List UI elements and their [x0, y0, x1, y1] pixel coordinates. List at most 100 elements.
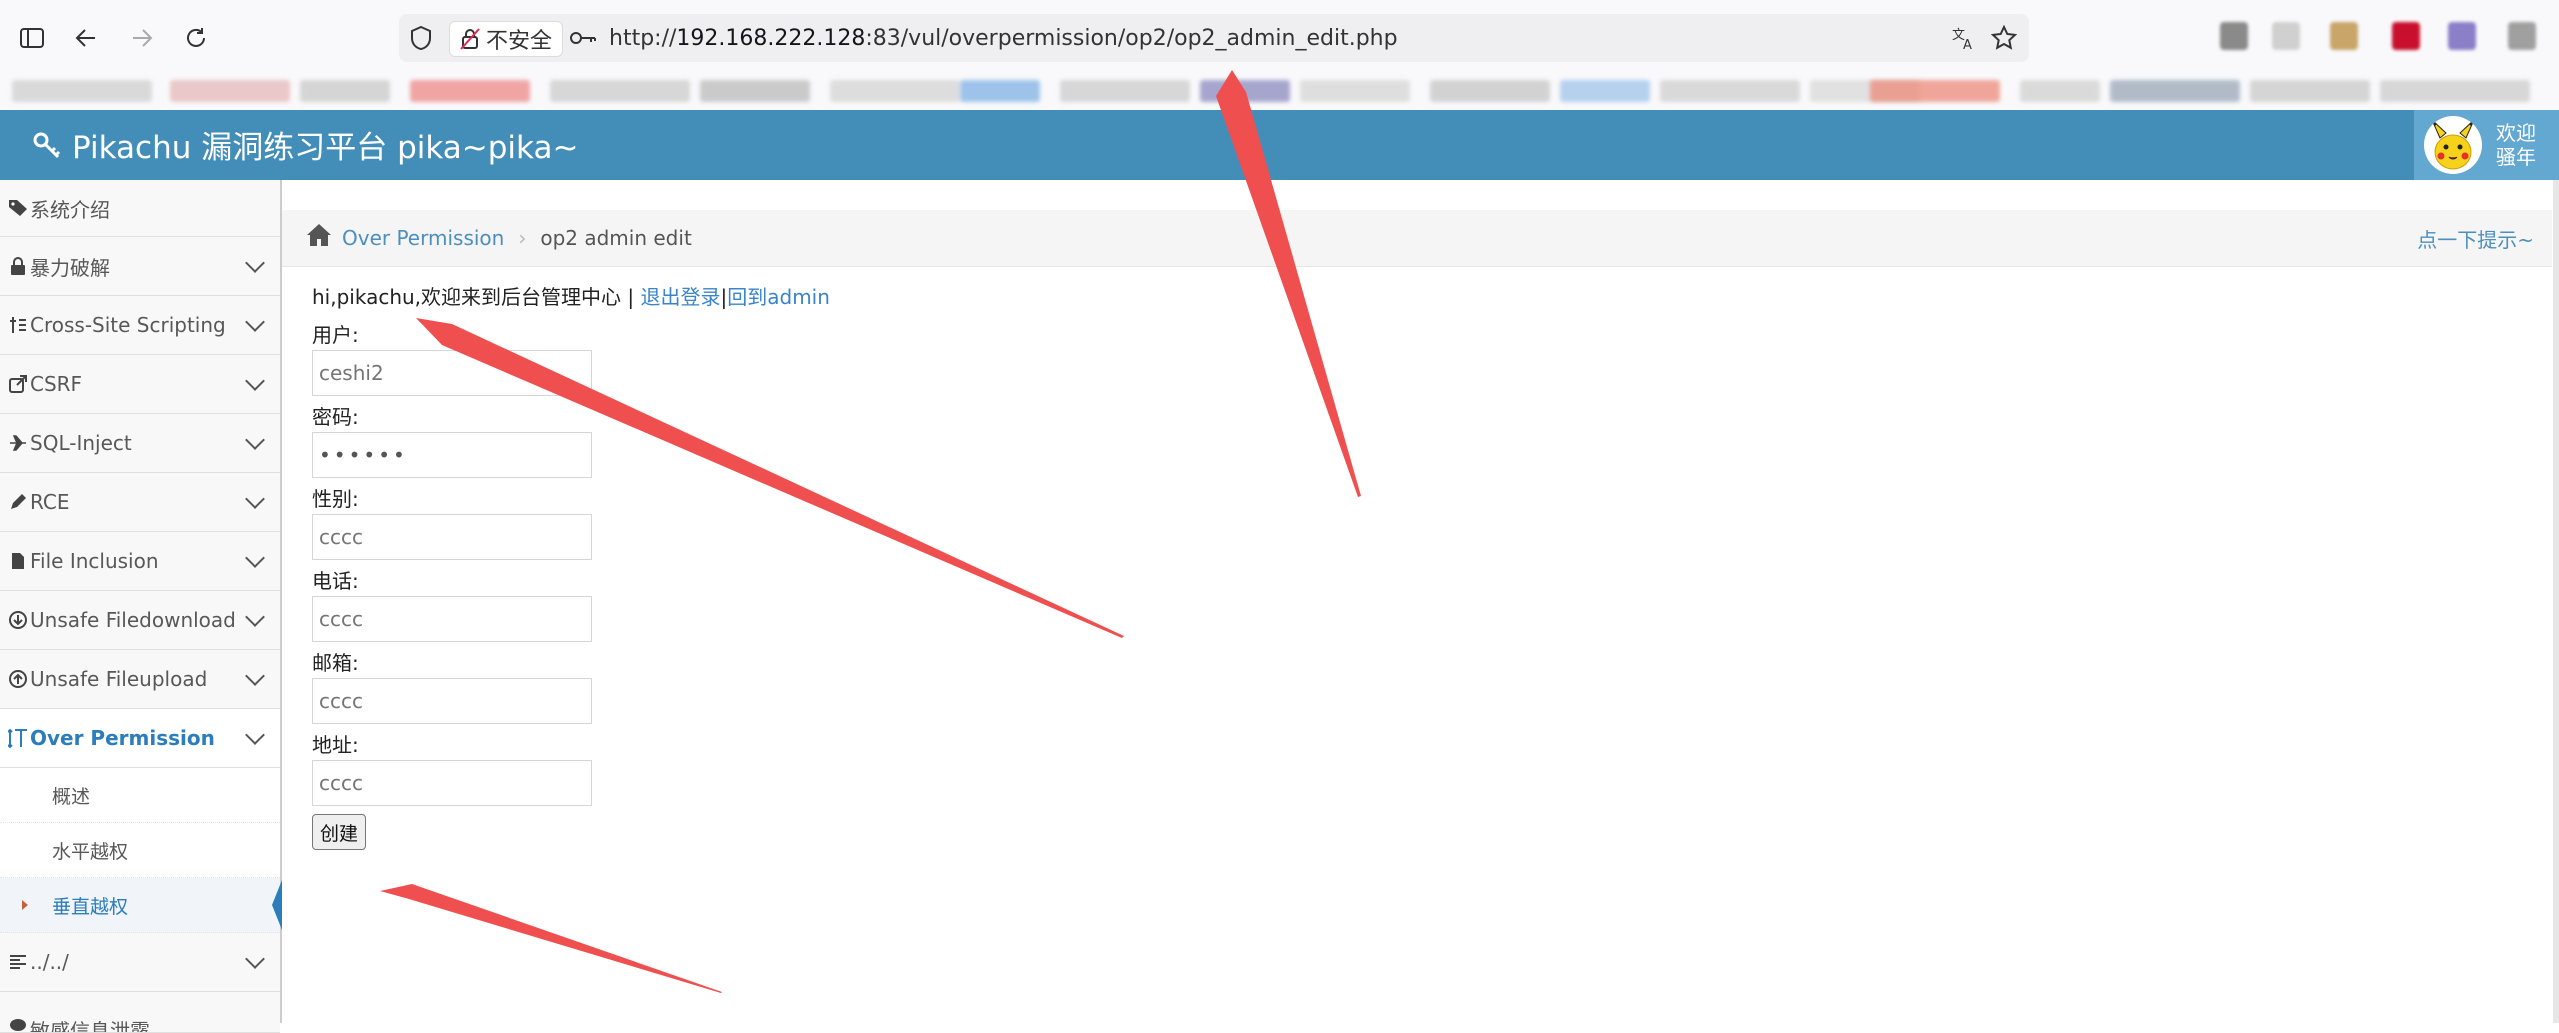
- address-bar[interactable]: 不安全 http://192.168.222.128:83/vul/overpe…: [399, 14, 2029, 62]
- user-menu[interactable]: 欢迎 骚年: [2414, 110, 2559, 180]
- sidebar-item-label: SQL-Inject: [30, 431, 132, 455]
- breadcrumb: Over Permission › op2 admin edit 点一下提示~: [282, 210, 2552, 267]
- bookmark-item[interactable]: [170, 80, 290, 102]
- sidebar-item-over-permission[interactable]: Over Permission: [0, 709, 280, 768]
- username-field[interactable]: [312, 350, 592, 396]
- sidebar-subitem-label: 水平越权: [52, 840, 129, 863]
- sidebar-item-sql-inject[interactable]: SQL-Inject: [0, 414, 280, 473]
- extension-icon[interactable]: [2220, 22, 2248, 50]
- security-label: 不安全: [486, 29, 553, 54]
- hint-link[interactable]: 点一下提示~: [2417, 224, 2534, 253]
- sidebar-subitem-horizontal[interactable]: 水平越权: [0, 823, 280, 878]
- sidebar-item-unsafe-fileupload[interactable]: Unsafe Fileupload: [0, 650, 280, 709]
- sidebar-item-rce[interactable]: RCE: [0, 473, 280, 532]
- bookmark-item[interactable]: [700, 80, 810, 102]
- phone-label: 电话:: [312, 569, 359, 593]
- bookmark-item[interactable]: [550, 80, 690, 102]
- bookmark-item[interactable]: [1300, 80, 1410, 102]
- sidebar-item-label: 敏感信息泄露: [30, 1019, 150, 1033]
- bookmark-item[interactable]: [12, 80, 152, 102]
- translate-icon[interactable]: 文A: [1951, 21, 1977, 55]
- sidebar-item-label: Unsafe Fileupload: [30, 667, 208, 691]
- address-field[interactable]: [312, 760, 592, 806]
- site-brand[interactable]: Pikachu 漏洞练习平台 pika~pika~: [32, 122, 578, 167]
- home-icon[interactable]: [306, 223, 332, 254]
- url-text[interactable]: http://192.168.222.128:83/vul/overpermis…: [609, 21, 1398, 55]
- sidebar-item-label: CSRF: [30, 372, 83, 396]
- extension-icon[interactable]: [2448, 22, 2476, 50]
- welcome-line-1: 欢迎: [2496, 121, 2536, 145]
- lock-icon: [6, 257, 30, 275]
- reload-icon[interactable]: [178, 20, 214, 56]
- sidebar-item-info-leak[interactable]: 敏感信息泄露: [0, 992, 280, 1033]
- chevron-down-icon: [245, 371, 265, 391]
- bookmarks-toolbar: [0, 72, 2559, 108]
- security-indicator[interactable]: 不安全: [449, 21, 564, 57]
- bookmark-item[interactable]: [1660, 80, 1800, 102]
- sidebar-subitem-vertical[interactable]: 垂直越权: [0, 878, 282, 933]
- align-icon: [6, 954, 30, 970]
- extension-icon[interactable]: [2330, 22, 2358, 50]
- share-icon: [6, 375, 30, 393]
- sidebar-item-brute-force[interactable]: 暴力破解: [0, 237, 280, 296]
- breadcrumb-link-over-permission[interactable]: Over Permission: [342, 226, 504, 250]
- sidebar-item-csrf[interactable]: CSRF: [0, 355, 280, 414]
- sidebar-item-dir-traversal[interactable]: ../../: [0, 933, 280, 992]
- welcome-message: hi,pikachu,欢迎来到后台管理中心 |: [312, 285, 641, 309]
- phone-field[interactable]: [312, 596, 592, 642]
- bookmark-item[interactable]: [2020, 80, 2100, 102]
- bookmark-item[interactable]: [830, 80, 960, 102]
- shield-icon[interactable]: [409, 21, 433, 55]
- back-icon[interactable]: [68, 20, 104, 56]
- admin-welcome-line: hi,pikachu,欢迎来到后台管理中心 | 退出登录|回到admin: [312, 280, 830, 314]
- password-field[interactable]: [312, 432, 592, 478]
- back-to-admin-link[interactable]: 回到admin: [727, 285, 830, 309]
- upload-icon: [6, 670, 30, 688]
- sidebar-item-xss[interactable]: Cross-Site Scripting: [0, 296, 280, 355]
- bookmark-item[interactable]: [1060, 80, 1190, 102]
- sidebar-toggle-icon[interactable]: [14, 20, 50, 56]
- bookmark-item[interactable]: [2380, 80, 2530, 102]
- download-icon: [6, 611, 30, 629]
- password-label: 密码:: [312, 405, 359, 429]
- eye-icon: [6, 1018, 30, 1032]
- sidebar-item-label: Cross-Site Scripting: [30, 313, 226, 337]
- key-icon[interactable]: [569, 21, 597, 55]
- forward-icon[interactable]: [124, 20, 160, 56]
- logout-link[interactable]: 退出登录: [641, 285, 721, 309]
- bookmark-item[interactable]: [2250, 80, 2370, 102]
- extension-icon[interactable]: [2508, 22, 2536, 50]
- address-label: 地址:: [312, 733, 359, 757]
- breadcrumb-separator: ›: [518, 226, 527, 250]
- annotation-arrow-create: [380, 884, 722, 993]
- sidebar-item-label: File Inclusion: [30, 549, 159, 573]
- sidebar-item-file-inclusion[interactable]: File Inclusion: [0, 532, 280, 591]
- bookmark-item[interactable]: [960, 80, 1040, 102]
- sidebar-subitem-overview[interactable]: 概述: [0, 768, 280, 823]
- chevron-down-icon: [245, 430, 265, 450]
- browser-chrome: 不安全 http://192.168.222.128:83/vul/overpe…: [0, 0, 2559, 110]
- create-button[interactable]: 创建: [312, 814, 367, 850]
- bookmark-item[interactable]: [1560, 80, 1650, 102]
- username-label: 用户:: [312, 323, 359, 347]
- email-field[interactable]: [312, 678, 592, 724]
- bookmark-item[interactable]: [1200, 80, 1290, 102]
- bookmark-item[interactable]: [2110, 80, 2240, 102]
- bookmark-item[interactable]: [410, 80, 530, 102]
- bookmark-star-icon[interactable]: [1991, 21, 2017, 55]
- text-height-icon: [6, 728, 30, 748]
- bookmark-item[interactable]: [1870, 80, 2000, 102]
- chevron-down-icon: [245, 607, 265, 627]
- site-title: Pikachu 漏洞练习平台 pika~pika~: [72, 130, 579, 166]
- sidebar-item-intro[interactable]: 系统介绍: [0, 180, 280, 237]
- sidebar-item-unsafe-filedownload[interactable]: Unsafe Filedownload: [0, 591, 280, 650]
- sidebar-item-label: 系统介绍: [30, 197, 110, 222]
- bookmark-item[interactable]: [300, 80, 390, 102]
- pikachu-avatar: [2424, 116, 2482, 174]
- gender-field[interactable]: [312, 514, 592, 560]
- extension-icon[interactable]: [2392, 22, 2420, 50]
- extension-icon[interactable]: [2272, 22, 2300, 50]
- bookmark-item[interactable]: [1430, 80, 1550, 102]
- sidebar: 系统介绍 暴力破解 Cross-Site Scripting CSRF SQL-…: [0, 180, 282, 1033]
- page-scrollbar[interactable]: [2553, 180, 2559, 1023]
